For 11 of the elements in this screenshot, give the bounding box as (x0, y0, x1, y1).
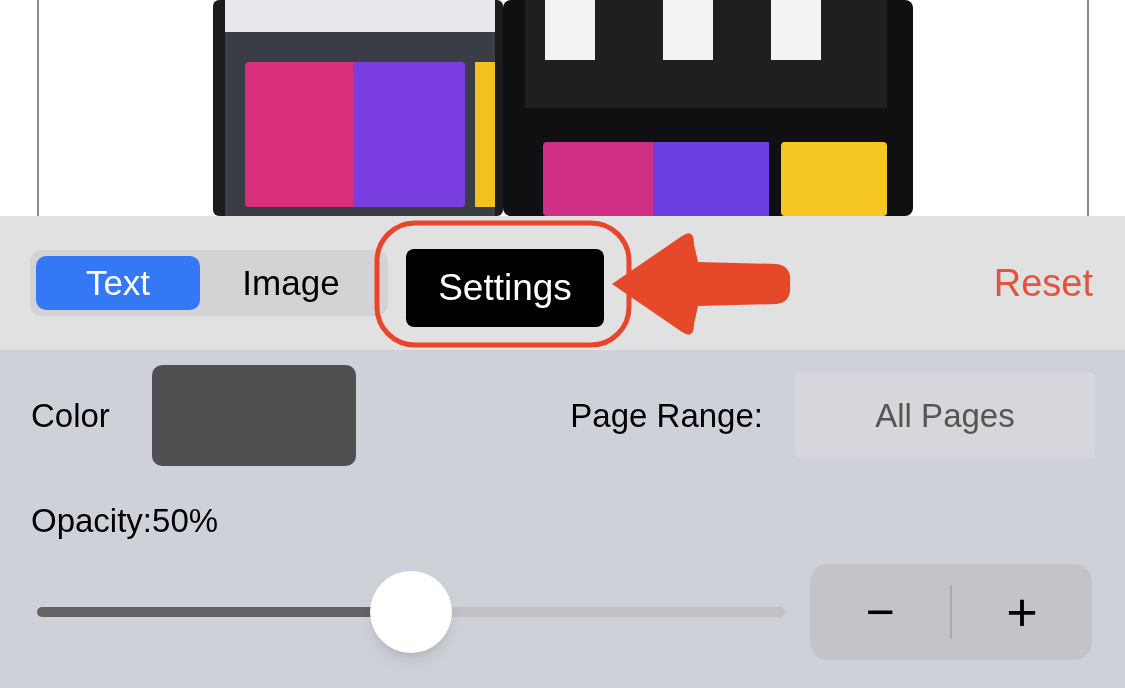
increment-button[interactable]: + (952, 564, 1092, 660)
decrement-button[interactable]: − (810, 564, 950, 660)
settings-button[interactable]: Settings (406, 249, 604, 327)
tab[interactable]: Text (36, 256, 200, 310)
color-swatch[interactable] (152, 365, 356, 466)
page-range-field[interactable]: All Pages (795, 372, 1095, 459)
tab[interactable]: Image (206, 256, 376, 310)
page-range-label: Page Range: (570, 395, 763, 436)
arrow-icon (612, 233, 791, 335)
opacity-label: Opacity:50% (31, 501, 220, 541)
color-label: Color (31, 395, 111, 436)
